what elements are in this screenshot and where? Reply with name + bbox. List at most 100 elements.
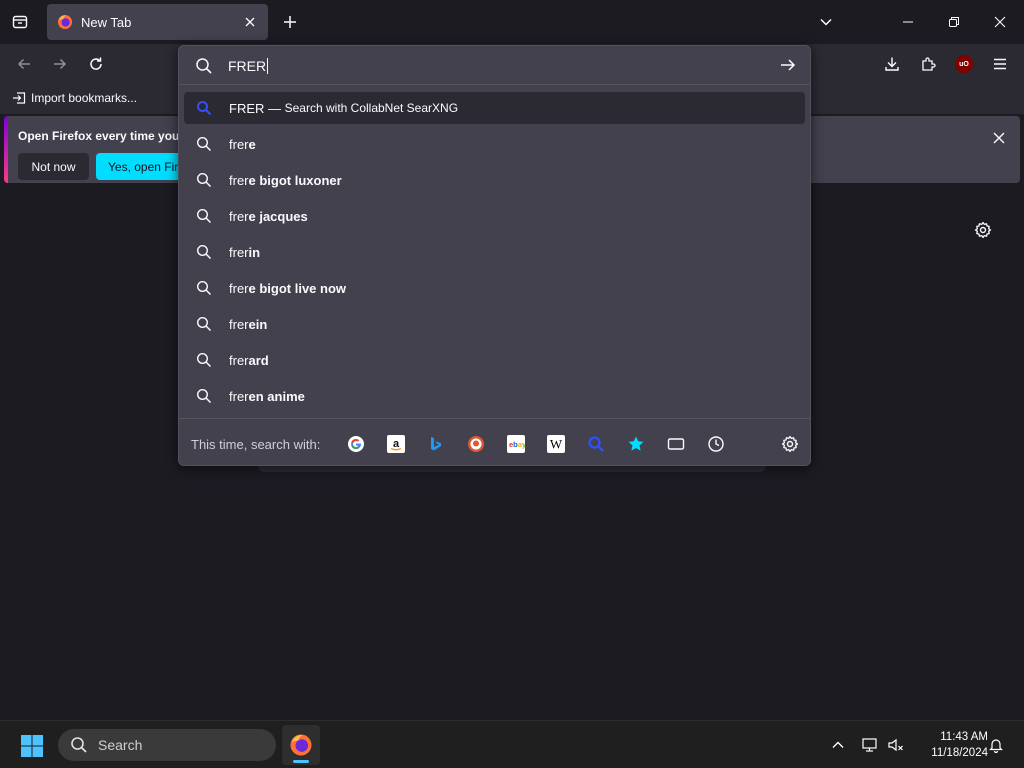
suggestion-typed: frer <box>229 316 249 332</box>
notifications-button[interactable] <box>986 735 1006 755</box>
clock-icon <box>708 436 724 452</box>
suggestion-row[interactable]: frer e bigot live now <box>184 272 805 304</box>
notification-close-button[interactable] <box>988 127 1010 149</box>
close-window-button[interactable] <box>980 6 1020 38</box>
network-icon <box>862 738 877 752</box>
import-icon <box>13 92 26 104</box>
result-action-text: Search with CollabNet SearXNG <box>284 101 459 115</box>
list-all-tabs-button[interactable] <box>814 10 838 34</box>
tab-title: New Tab <box>81 14 132 30</box>
chevron-up-icon <box>832 741 844 748</box>
searxng-icon <box>588 436 604 452</box>
network-button[interactable] <box>860 735 880 755</box>
restore-button[interactable] <box>934 6 974 38</box>
windows-logo-icon <box>21 735 43 757</box>
suggestion-row[interactable]: frer ein <box>184 308 805 340</box>
ebay-engine-button[interactable]: ebay <box>505 433 527 455</box>
one-off-search-bar: This time, search with: a ebay W <box>179 418 810 466</box>
firefox-logo-icon <box>290 734 312 756</box>
plus-icon <box>284 16 296 28</box>
chevron-down-icon <box>820 18 832 26</box>
close-icon <box>245 17 255 27</box>
bookmarks-search-button[interactable] <box>625 433 647 455</box>
tab-close-button[interactable] <box>242 14 258 30</box>
firefox-view-button[interactable] <box>4 6 36 38</box>
minimize-button[interactable] <box>888 6 928 38</box>
new-tab-button[interactable] <box>278 10 302 34</box>
gear-icon <box>974 221 992 239</box>
bing-engine-button[interactable] <box>425 433 447 455</box>
suggestion-row[interactable]: frer e <box>184 128 805 160</box>
ublock-origin-button[interactable]: uO <box>950 50 978 78</box>
taskbar-search[interactable]: Search <box>58 729 276 761</box>
notification-message: Open Firefox every time you <box>18 129 180 143</box>
taskbar-search-label: Search <box>98 737 143 753</box>
volume-button[interactable] <box>886 735 906 755</box>
go-arrow-icon[interactable] <box>779 56 797 74</box>
windows-taskbar: Search 11:43 AM 11/18/2024 <box>0 720 1024 768</box>
hamburger-menu-icon <box>994 58 1006 70</box>
minimize-icon <box>903 21 913 23</box>
suggestion-typed: frer <box>229 388 249 404</box>
suggestion-row[interactable]: frer in <box>184 236 805 268</box>
tab-strip: New Tab <box>0 0 1024 44</box>
suggestion-row[interactable]: frer en anime <box>184 380 805 412</box>
newtab-settings-button[interactable] <box>972 219 994 241</box>
search-icon <box>196 280 212 296</box>
search-icon <box>196 172 212 188</box>
puzzle-icon <box>922 57 936 71</box>
forward-button[interactable] <box>46 50 74 78</box>
google-engine-button[interactable] <box>345 433 367 455</box>
wikipedia-engine-button[interactable]: W <box>545 433 567 455</box>
arrow-left-icon <box>17 58 30 70</box>
firefox-logo-icon <box>58 15 72 29</box>
searxng-engine-button[interactable] <box>585 433 607 455</box>
urlbar-input[interactable]: FRER <box>179 46 810 85</box>
show-hidden-icons-button[interactable] <box>828 735 848 755</box>
taskbar-firefox-button[interactable] <box>282 725 320 765</box>
svg-text:a: a <box>393 438 400 450</box>
history-search-button[interactable] <box>705 433 727 455</box>
suggestion-typed: frer <box>229 208 249 224</box>
not-now-button[interactable]: Not now <box>18 153 89 180</box>
tab-icon <box>667 438 685 450</box>
bing-icon <box>431 437 441 451</box>
downloads-button[interactable] <box>878 50 906 78</box>
suggestion-completion: e bigot luxoner <box>248 172 342 188</box>
reload-button[interactable] <box>82 50 110 78</box>
arrow-right-icon <box>54 58 67 70</box>
suggestion-completion: e bigot live now <box>248 280 347 296</box>
tabs-search-button[interactable] <box>665 433 687 455</box>
one-off-label: This time, search with: <box>191 437 321 452</box>
suggestion-row[interactable]: frer e jacques <box>184 200 805 232</box>
extensions-button[interactable] <box>914 50 942 78</box>
system-clock[interactable]: 11:43 AM 11/18/2024 <box>912 729 988 761</box>
duckduckgo-engine-button[interactable] <box>465 433 487 455</box>
speaker-muted-icon <box>888 738 903 752</box>
suggestion-completion: e jacques <box>248 208 308 224</box>
import-bookmarks-button[interactable]: Import bookmarks... <box>12 91 137 105</box>
back-button[interactable] <box>10 50 38 78</box>
suggestion-row[interactable]: frer e bigot luxoner <box>184 164 805 196</box>
download-icon <box>885 57 899 71</box>
svg-text:W: W <box>550 437 563 452</box>
amazon-engine-button[interactable]: a <box>385 433 407 455</box>
start-button[interactable] <box>20 734 44 758</box>
result-typed-text: FRER <box>229 100 265 116</box>
search-action-result[interactable]: FRER — Search with CollabNet SearXNG <box>184 92 805 124</box>
suggestion-row[interactable]: frer ard <box>184 344 805 376</box>
search-settings-button[interactable] <box>779 433 801 455</box>
close-icon <box>993 132 1005 144</box>
app-menu-button[interactable] <box>986 50 1014 78</box>
suggestion-typed: frer <box>229 244 249 260</box>
firefox-view-icon <box>12 15 28 29</box>
search-icon <box>196 58 212 74</box>
search-icon <box>196 136 212 152</box>
search-icon <box>196 316 212 332</box>
ebay-icon: ebay <box>507 435 525 453</box>
suggestion-completion: ard <box>248 352 269 368</box>
searxng-icon <box>196 100 212 116</box>
clock-time: 11:43 AM <box>940 731 988 743</box>
tab-new-tab[interactable]: New Tab <box>47 4 268 40</box>
suggestion-typed: frer <box>229 280 249 296</box>
